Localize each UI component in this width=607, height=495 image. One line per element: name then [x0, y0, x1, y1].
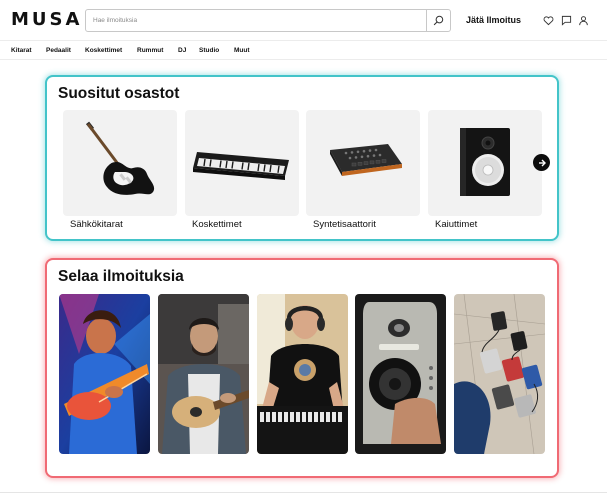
listing-thumbnail-5[interactable] — [454, 294, 545, 454]
carousel-next-button[interactable] — [533, 154, 550, 171]
electric-guitar-image — [85, 121, 155, 195]
listing-thumbnail-3[interactable] — [257, 294, 348, 454]
footer-divider — [0, 492, 607, 493]
category-label-synthesizers[interactable]: Syntetisaattorit — [313, 219, 376, 230]
browse-listings-title: Selaa ilmoituksia — [58, 268, 184, 285]
nav-item-rummut[interactable]: Rummut — [137, 47, 163, 54]
listing-thumbnail-4[interactable] — [355, 294, 446, 454]
synthesizer-image — [330, 144, 402, 176]
keyboard-image — [193, 152, 289, 180]
site-logo[interactable]: MUSA — [11, 9, 82, 30]
man-playing-guitar-image — [158, 294, 249, 454]
search-icon — [433, 15, 444, 26]
post-listing-button[interactable]: Jätä Ilmoitus — [466, 15, 521, 25]
nav-item-pedaalit[interactable]: Pedaalit — [46, 47, 71, 54]
category-label-speakers[interactable]: Kaiuttimet — [435, 219, 477, 230]
category-nav: Kitarat Pedaalit Koskettimet Rummut DJ S… — [0, 40, 607, 60]
arrow-right-icon — [538, 159, 546, 166]
search-input[interactable] — [86, 10, 426, 31]
nav-item-dj[interactable]: DJ — [178, 47, 186, 54]
speaker-image — [460, 128, 510, 196]
nav-item-koskettimet[interactable]: Koskettimet — [85, 47, 122, 54]
nav-item-kitarat[interactable]: Kitarat — [11, 47, 32, 54]
heart-icon[interactable] — [543, 15, 554, 26]
category-label-electric-guitars[interactable]: Sähkökitarat — [70, 219, 123, 230]
studio-monitor-image — [355, 294, 446, 454]
category-card-keyboards[interactable] — [185, 110, 299, 216]
search-bar — [85, 9, 451, 32]
keyboard-player-image — [257, 294, 348, 454]
nav-item-muut[interactable]: Muut — [234, 47, 250, 54]
listing-thumbnail-2[interactable] — [158, 294, 249, 454]
category-card-synthesizers[interactable] — [306, 110, 420, 216]
category-card-electric-guitars[interactable] — [63, 110, 177, 216]
nav-item-studio[interactable]: Studio — [199, 47, 219, 54]
category-card-speakers[interactable] — [428, 110, 542, 216]
chat-icon[interactable] — [561, 15, 572, 26]
search-button[interactable] — [426, 10, 450, 31]
guitarist-illustration-image — [59, 294, 150, 454]
category-label-keyboards[interactable]: Koskettimet — [192, 219, 242, 230]
user-icon[interactable] — [578, 15, 589, 26]
guitar-pedals-image — [454, 294, 545, 454]
popular-sections-title: Suositut osastot — [58, 85, 180, 102]
top-header: MUSA Jätä Ilmoitus — [0, 0, 607, 40]
listing-thumbnail-1[interactable] — [59, 294, 150, 454]
